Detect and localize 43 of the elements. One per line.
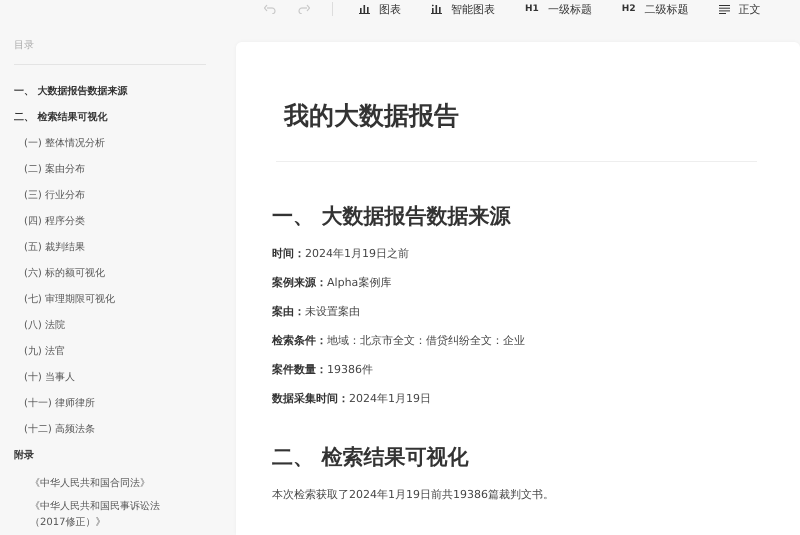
toc-item[interactable]: (一) 整体情况分析 bbox=[14, 138, 224, 150]
toc-item[interactable]: (五) 裁判结果 bbox=[14, 242, 224, 254]
toc-item[interactable]: 《中华人民共和国合同法》 bbox=[14, 476, 180, 492]
heading-level-label: H2 bbox=[622, 4, 636, 14]
toolbar-button[interactable]: 智能图表 bbox=[431, 2, 495, 16]
toc-item[interactable]: 附录 bbox=[14, 450, 214, 462]
body-paragraph: 本次检索获取了2024年1月19日前共19386篇裁判文书。 bbox=[272, 487, 555, 503]
toolbar-button[interactable]: 正文 bbox=[718, 2, 761, 16]
text-lines-icon bbox=[718, 4, 730, 14]
info-line: 案由：未设置案由 bbox=[272, 304, 361, 320]
sidebar-title: 目录 bbox=[14, 39, 35, 53]
info-line: 案例来源：Alpha案例库 bbox=[272, 275, 392, 291]
toc-item[interactable]: (九) 法官 bbox=[14, 346, 224, 358]
bar-chart-icon bbox=[431, 4, 442, 14]
toc-item[interactable]: (七) 审理期限可视化 bbox=[14, 294, 224, 306]
toc-item[interactable]: (四) 程序分类 bbox=[14, 216, 224, 228]
section-heading: 二、 检索结果可视化 bbox=[272, 444, 470, 471]
toc-item[interactable]: (十一) 律师律所 bbox=[14, 398, 224, 410]
toc-item[interactable]: 《中华人民共和国民事诉讼法（2017修正）》 bbox=[14, 499, 180, 531]
document-title: 我的大数据报告 bbox=[284, 100, 460, 132]
toc-item[interactable]: (八) 法院 bbox=[14, 320, 224, 332]
toc-item[interactable]: (十) 当事人 bbox=[14, 372, 224, 384]
toc-item[interactable]: (三) 行业分布 bbox=[14, 190, 224, 202]
info-line: 检索条件：地域：北京市全文：借贷纠纷全文：企业 bbox=[272, 333, 526, 349]
toc-item[interactable]: (十二) 高频法条 bbox=[14, 424, 224, 436]
toc-item[interactable]: (六) 标的额可视化 bbox=[14, 268, 224, 280]
heading-level-label: H1 bbox=[525, 4, 539, 14]
toc-item[interactable]: 二、 检索结果可视化 bbox=[14, 112, 214, 124]
toolbar-label: 一级标题 bbox=[548, 2, 592, 16]
info-line: 时间：2024年1月19日之前 bbox=[272, 246, 410, 262]
toolbar-button[interactable]: H1 一级标题 bbox=[525, 2, 592, 16]
toolbar-label: 二级标题 bbox=[644, 2, 689, 16]
toolbar-label: 智能图表 bbox=[451, 2, 495, 16]
info-line: 案件数量：19386件 bbox=[272, 362, 374, 378]
toc-item[interactable]: 一、 大数据报告数据来源 bbox=[14, 86, 214, 98]
toc-item[interactable]: (二) 案由分布 bbox=[14, 164, 224, 176]
info-line: 数据采集时间：2024年1月19日 bbox=[272, 391, 432, 407]
toolbar-label: 正文 bbox=[738, 2, 761, 16]
toolbar-label: 图表 bbox=[379, 2, 401, 16]
bar-chart-icon bbox=[359, 4, 370, 14]
toolbar-button[interactable]: 图表 bbox=[359, 2, 401, 16]
toolbar-button[interactable]: H2 二级标题 bbox=[622, 2, 689, 16]
section-heading: 一、 大数据报告数据来源 bbox=[272, 203, 512, 230]
